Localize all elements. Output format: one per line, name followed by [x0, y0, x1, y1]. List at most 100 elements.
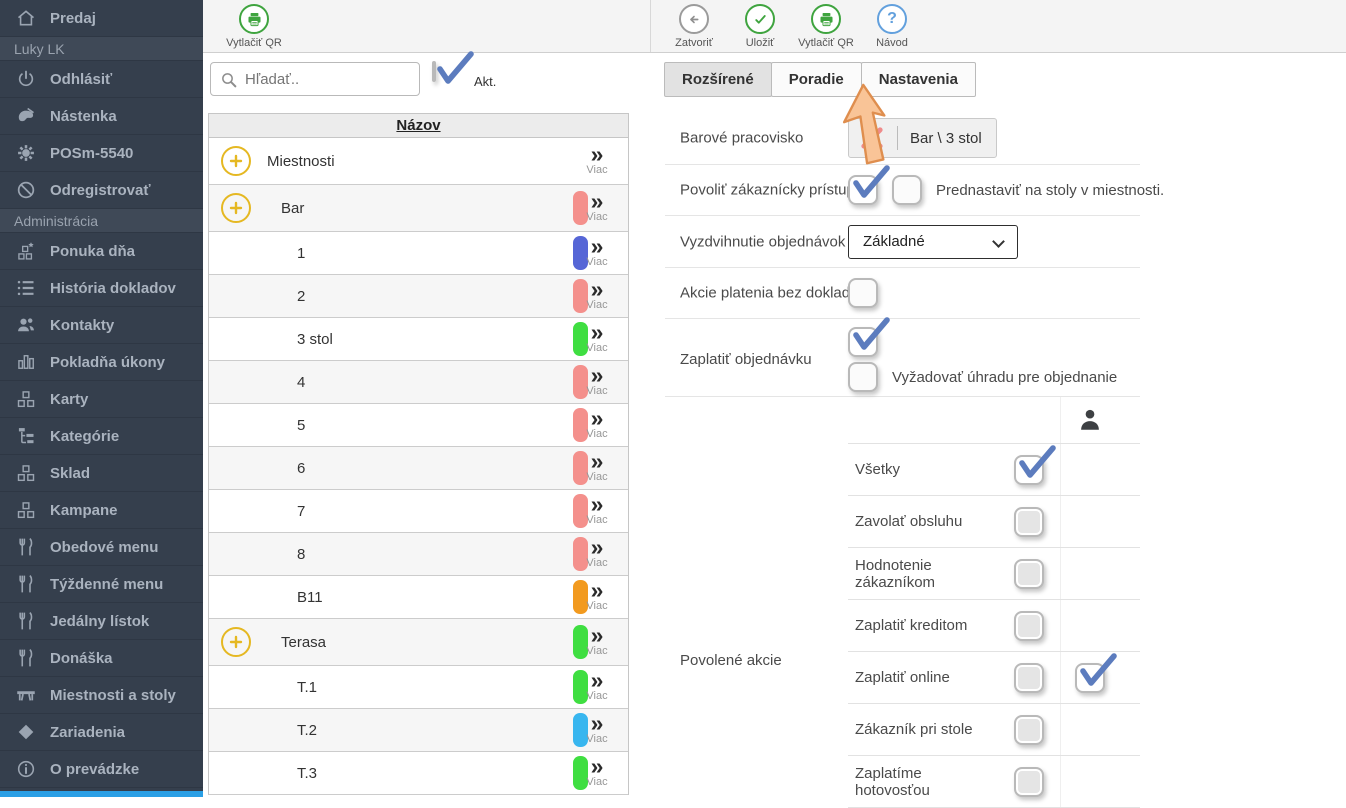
more-button[interactable]: »Viac	[574, 672, 620, 702]
zaplatit-online-customer-checkbox[interactable]	[1075, 663, 1105, 693]
zavolat-obsluhu-checkbox[interactable]	[1014, 507, 1044, 537]
toolbar-button-navod[interactable]: ?Návod	[859, 4, 925, 49]
sidebar-item-kampane[interactable]: Kampane	[0, 492, 203, 529]
remove-x-icon[interactable]	[859, 125, 885, 151]
table-row-2[interactable]: 2»Viac	[209, 275, 628, 318]
sidebar-item-karty[interactable]: Karty	[0, 381, 203, 418]
chart-icon	[15, 352, 37, 372]
toolbar-button-vytlacit-qr[interactable]: Vytlačiť QR	[793, 4, 859, 49]
sidebar-item-sklad[interactable]: Sklad	[0, 455, 203, 492]
sidebar-item-kontakty[interactable]: Kontakty	[0, 307, 203, 344]
double-chevron-icon: »	[574, 627, 620, 644]
sidebar-item-jedalny-listok[interactable]: Jedálny lístok	[0, 603, 203, 640]
table-row-6[interactable]: 6»Viac	[209, 447, 628, 490]
sidebar-item-miestnosti-a-stoly[interactable]: Miestnosti a stoly	[0, 677, 203, 714]
more-button[interactable]: »Viac	[574, 715, 620, 745]
sidebar-item-kategorie[interactable]: Kategórie	[0, 418, 203, 455]
settings-form: Barové pracovisko Bar \ 3 stol Povoliť z…	[665, 112, 1140, 798]
search-input[interactable]	[245, 64, 413, 94]
more-button[interactable]: »Viac	[574, 453, 620, 483]
sidebar-item-historia-dokladov[interactable]: História dokladov	[0, 270, 203, 307]
order-pickup-select[interactable]: Základné	[848, 225, 1018, 259]
table-row-5[interactable]: 5»Viac	[209, 404, 628, 447]
sidebar-item-posm-5540[interactable]: POSm-5540	[0, 135, 203, 172]
sidebar-item-o-prevadzke[interactable]: O prevádzke	[0, 751, 203, 788]
sidebar-item-ponuka-dna[interactable]: Ponuka dňa	[0, 233, 203, 270]
require-payment-checkbox[interactable]	[848, 362, 878, 392]
table-icon	[15, 685, 37, 705]
preset-tables-checkbox[interactable]	[892, 175, 922, 205]
sidebar-item-odhlasit[interactable]: Odhlásiť	[0, 61, 203, 98]
row-name: 3 stol	[209, 331, 333, 348]
toolbar-button-vytlacit-qr[interactable]: Vytlačiť QR	[221, 4, 287, 49]
more-button[interactable]: »Viac	[574, 146, 620, 176]
plus-circle-icon[interactable]	[221, 146, 251, 176]
allowed-action-row-zaplatit-online: Zaplatiť online	[848, 652, 1140, 704]
zakaznik-pri-stole-checkbox[interactable]	[1014, 715, 1044, 745]
toolbar-button-zatvorit[interactable]: Zatvoriť	[661, 4, 727, 49]
more-button[interactable]: »Viac	[574, 627, 620, 657]
table-row-t-2[interactable]: T.2 »Viac	[209, 709, 628, 752]
allowed-actions-label: Povolené akcie	[680, 652, 782, 669]
sidebar-item-tyzdenne-menu[interactable]: Týždenné menu	[0, 566, 203, 603]
customer-access-checkbox[interactable]	[848, 175, 878, 205]
more-button[interactable]: »Viac	[574, 367, 620, 397]
table-row-b11[interactable]: B11»Viac	[209, 576, 628, 619]
pay-order-checkbox[interactable]	[848, 327, 878, 357]
sidebar-item-pokladna-ukony[interactable]: Pokladňa úkony	[0, 344, 203, 381]
row-pay-no-receipt: Akcie platenia bez dokladu	[665, 268, 1140, 319]
more-button[interactable]: »Viac	[574, 758, 620, 788]
row-name: 1	[209, 245, 305, 262]
table-row-terasa[interactable]: Terasa»Viac	[209, 619, 628, 666]
table-row-7[interactable]: 7»Viac	[209, 490, 628, 533]
plus-circle-icon[interactable]	[221, 627, 251, 657]
more-button[interactable]: »Viac	[574, 539, 620, 569]
table-row-3-stol[interactable]: 3 stol »Viac	[209, 318, 628, 361]
more-button[interactable]: »Viac	[574, 496, 620, 526]
vsetky-checkbox[interactable]	[1014, 455, 1044, 485]
tab-poradie[interactable]: Poradie	[771, 62, 862, 97]
customer-access-label: Povoliť zákaznícky prístup	[680, 182, 855, 199]
table-row-1[interactable]: 1 »Viac	[209, 232, 628, 275]
table-row-t-3[interactable]: T.3»Viac	[209, 752, 628, 795]
row-allowed-actions: Povolené akcie VšetkyZavolať obsluhuHodn…	[665, 397, 1140, 798]
active-filter-checkbox[interactable]	[432, 61, 436, 82]
table-row-t-1[interactable]: T.1»Viac	[209, 666, 628, 709]
allowed-actions-table: VšetkyZavolať obsluhuHodnotenie zákazník…	[848, 397, 1140, 808]
tab-nastavenia[interactable]: Nastavenia	[861, 62, 976, 97]
people-icon	[15, 315, 37, 335]
table-row-bar[interactable]: Bar»Viac	[209, 185, 628, 232]
row-pay-order: Zaplatiť objednávku Vyžadovať úhradu pre…	[665, 319, 1140, 397]
tab-rozsirene[interactable]: Rozšírené	[664, 62, 772, 97]
table-row-8[interactable]: 8»Viac	[209, 533, 628, 576]
hodnotenie-zakaznikom-checkbox[interactable]	[1014, 559, 1044, 589]
pay-no-receipt-checkbox[interactable]	[848, 278, 878, 308]
sidebar-item-odregistrovat[interactable]: Odregistrovať	[0, 172, 203, 209]
printer-icon	[811, 4, 841, 34]
table-row-miestnosti[interactable]: Miestnosti»Viac	[209, 138, 628, 185]
home-icon	[15, 8, 37, 28]
detail-panel: RozšírenéPoradieNastavenia Barové pracov…	[648, 53, 1346, 797]
more-button[interactable]: »Viac	[574, 238, 620, 268]
zaplatime-hotovostou-checkbox[interactable]	[1014, 767, 1044, 797]
zaplatit-online-checkbox[interactable]	[1014, 663, 1044, 693]
search-icon	[220, 71, 238, 89]
more-button[interactable]: »Viac	[574, 324, 620, 354]
double-chevron-icon: »	[574, 324, 620, 341]
sidebar-item-donaska[interactable]: Donáška	[0, 640, 203, 677]
list-header[interactable]: Názov	[208, 113, 629, 138]
more-button[interactable]: »Viac	[574, 281, 620, 311]
more-button[interactable]: »Viac	[574, 582, 620, 612]
row-name: T.2	[209, 722, 317, 739]
plus-circle-icon[interactable]	[221, 193, 251, 223]
more-button[interactable]: »Viac	[574, 193, 620, 223]
bar-workstation-button[interactable]: Bar \ 3 stol	[848, 118, 997, 158]
sidebar-item-zariadenia[interactable]: Zariadenia	[0, 714, 203, 751]
sidebar-item-predaj[interactable]: Predaj	[0, 0, 203, 37]
sidebar-item-nastenka[interactable]: Nástenka	[0, 98, 203, 135]
table-row-4[interactable]: 4»Viac	[209, 361, 628, 404]
sidebar-item-obedove-menu[interactable]: Obedové menu	[0, 529, 203, 566]
zaplatit-kreditom-checkbox[interactable]	[1014, 611, 1044, 641]
toolbar-button-ulozit[interactable]: Uložiť	[727, 4, 793, 49]
more-button[interactable]: »Viac	[574, 410, 620, 440]
